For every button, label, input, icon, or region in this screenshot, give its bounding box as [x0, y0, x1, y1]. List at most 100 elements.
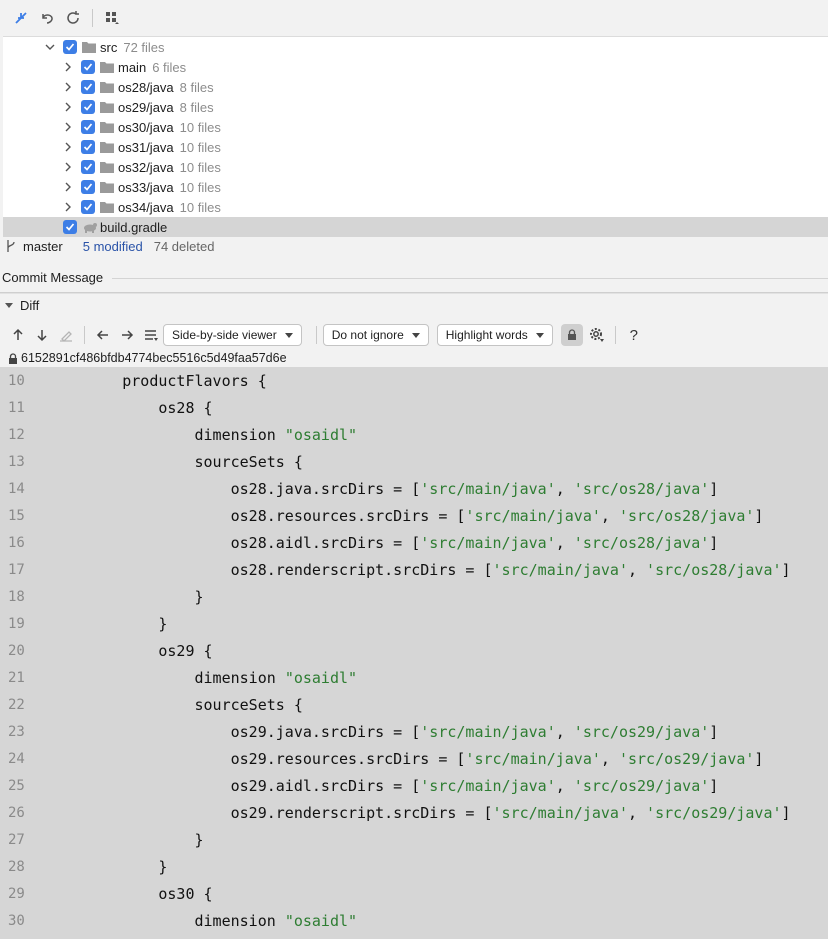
include-checkbox[interactable]	[81, 180, 95, 194]
code-line: 12 dimension "osaidl"	[0, 421, 828, 448]
back-arrow-icon[interactable]	[91, 323, 115, 347]
code-text: os29 {	[50, 641, 213, 660]
line-number: 22	[8, 696, 25, 713]
code-token: ]	[754, 506, 764, 525]
code-line: 20 os29 {	[0, 637, 828, 664]
tree-item-count: 6 files	[152, 59, 187, 75]
folder-icon	[100, 181, 114, 193]
diff-editor[interactable]: 10 productFlavors {11 os28 {12 dimension…	[0, 367, 828, 939]
tree-row[interactable]: main 6 files	[3, 57, 828, 77]
modified-count[interactable]: 5 modified	[83, 239, 143, 254]
gradle-icon	[82, 221, 97, 233]
include-checkbox[interactable]	[81, 160, 95, 174]
next-difference-icon[interactable]	[30, 323, 54, 347]
code-text: os29.renderscript.srcDirs = ['src/main/j…	[50, 804, 791, 822]
folder-icon	[100, 121, 114, 133]
code-line: 10 productFlavors {	[0, 367, 828, 394]
tree-row[interactable]: os33/java 10 files	[3, 177, 828, 197]
tree-item-label: os32/java	[118, 159, 174, 175]
ignore-dropdown-label: Do not ignore	[331, 328, 404, 342]
line-number: 16	[8, 534, 25, 551]
help-button[interactable]: ?	[622, 323, 646, 347]
tree-item-count: 8 files	[179, 99, 214, 115]
include-checkbox[interactable]	[63, 220, 77, 234]
code-token: ,	[555, 479, 574, 498]
string-literal: 'src/main/java'	[465, 506, 601, 525]
viewer-dropdown[interactable]: Side-by-side viewer	[163, 324, 302, 346]
code-line: 21 dimension "osaidl"	[0, 664, 828, 691]
tree-row[interactable]: os30/java 10 files	[3, 117, 828, 137]
chevron-right-icon[interactable]	[61, 200, 75, 214]
include-checkbox[interactable]	[63, 40, 77, 54]
branch-name[interactable]: master	[23, 239, 63, 254]
code-token: }	[50, 614, 168, 633]
code-token: os28.renderscript.srcDirs = [	[50, 560, 493, 579]
lock-scroll-button[interactable]	[560, 324, 583, 346]
refresh-icon[interactable]	[60, 5, 86, 31]
tree-row[interactable]: src 72 files	[3, 37, 828, 57]
tree-row[interactable]: os28/java 8 files	[3, 77, 828, 97]
include-checkbox[interactable]	[81, 100, 95, 114]
chevron-right-icon[interactable]	[61, 60, 75, 74]
merge-icon[interactable]	[8, 5, 34, 31]
code-text: dimension "osaidl"	[50, 912, 357, 930]
code-line: 27 }	[0, 826, 828, 853]
tree-item-count: 10 files	[179, 119, 221, 135]
chevron-right-icon[interactable]	[61, 140, 75, 154]
tree-item-label: os30/java	[118, 119, 174, 135]
chevron-right-icon[interactable]	[61, 120, 75, 134]
include-checkbox[interactable]	[81, 80, 95, 94]
chevron-right-icon[interactable]	[61, 100, 75, 114]
string-literal: 'src/os29/java'	[646, 803, 782, 822]
string-literal: 'src/main/java'	[492, 803, 628, 822]
code-token: ,	[627, 560, 647, 579]
file-list-icon[interactable]	[139, 323, 163, 347]
include-checkbox[interactable]	[81, 60, 95, 74]
tree-row[interactable]: os29/java 8 files	[3, 97, 828, 117]
chevron-down-icon[interactable]	[43, 40, 57, 54]
settings-gear-icon[interactable]	[585, 323, 609, 347]
include-checkbox[interactable]	[81, 120, 95, 134]
code-text: os30 {	[50, 885, 212, 903]
string-literal: "osaidl"	[284, 911, 358, 930]
include-checkbox[interactable]	[81, 200, 95, 214]
chevron-right-icon[interactable]	[61, 80, 75, 94]
code-line: 16 os28.aidl.srcDirs = ['src/main/java',…	[0, 529, 828, 556]
tree-row[interactable]: build.gradle	[3, 217, 828, 237]
tree-item-count: 10 files	[179, 139, 221, 155]
tree-row[interactable]: os32/java 10 files	[3, 157, 828, 177]
line-number: 26	[8, 804, 25, 821]
deleted-count: 74 deleted	[153, 238, 215, 254]
code-text: }	[50, 615, 167, 633]
code-token: ]	[709, 479, 719, 498]
diff-section-header[interactable]: Diff	[4, 297, 39, 313]
code-line: 11 os28 {	[0, 394, 828, 421]
code-token: ]	[709, 533, 719, 552]
lock-icon	[567, 329, 576, 340]
forward-arrow-icon[interactable]	[115, 323, 139, 347]
tree-item-count: 10 files	[179, 179, 221, 195]
line-number: 20	[8, 642, 25, 659]
diff-toolbar: Side-by-side viewer Do not ignore Highli…	[0, 322, 828, 348]
viewer-dropdown-label: Side-by-side viewer	[172, 328, 277, 342]
chevron-right-icon[interactable]	[61, 180, 75, 194]
splitter[interactable]	[0, 292, 828, 294]
branch-status: master 5 modified 74 deleted	[0, 236, 828, 256]
ignore-dropdown[interactable]: Do not ignore	[322, 324, 429, 346]
tree-row[interactable]: os34/java 10 files	[3, 197, 828, 217]
group-by-icon[interactable]	[99, 5, 125, 31]
code-token: os29 {	[50, 641, 213, 660]
code-text: dimension "osaidl"	[50, 669, 357, 687]
string-literal: 'src/main/java'	[420, 722, 556, 741]
include-checkbox[interactable]	[81, 140, 95, 154]
chevron-right-icon[interactable]	[61, 160, 75, 174]
undo-icon[interactable]	[34, 5, 60, 31]
code-token: os28.aidl.srcDirs = [	[50, 533, 421, 552]
folder-icon	[100, 201, 114, 213]
previous-difference-icon[interactable]	[6, 323, 30, 347]
highlight-dropdown[interactable]: Highlight words	[436, 324, 553, 346]
code-text: os28.java.srcDirs = ['src/main/java', 's…	[50, 479, 719, 498]
tree-row[interactable]: os31/java 10 files	[3, 137, 828, 157]
line-number: 10	[8, 372, 25, 389]
edit-source-icon[interactable]	[54, 323, 78, 347]
